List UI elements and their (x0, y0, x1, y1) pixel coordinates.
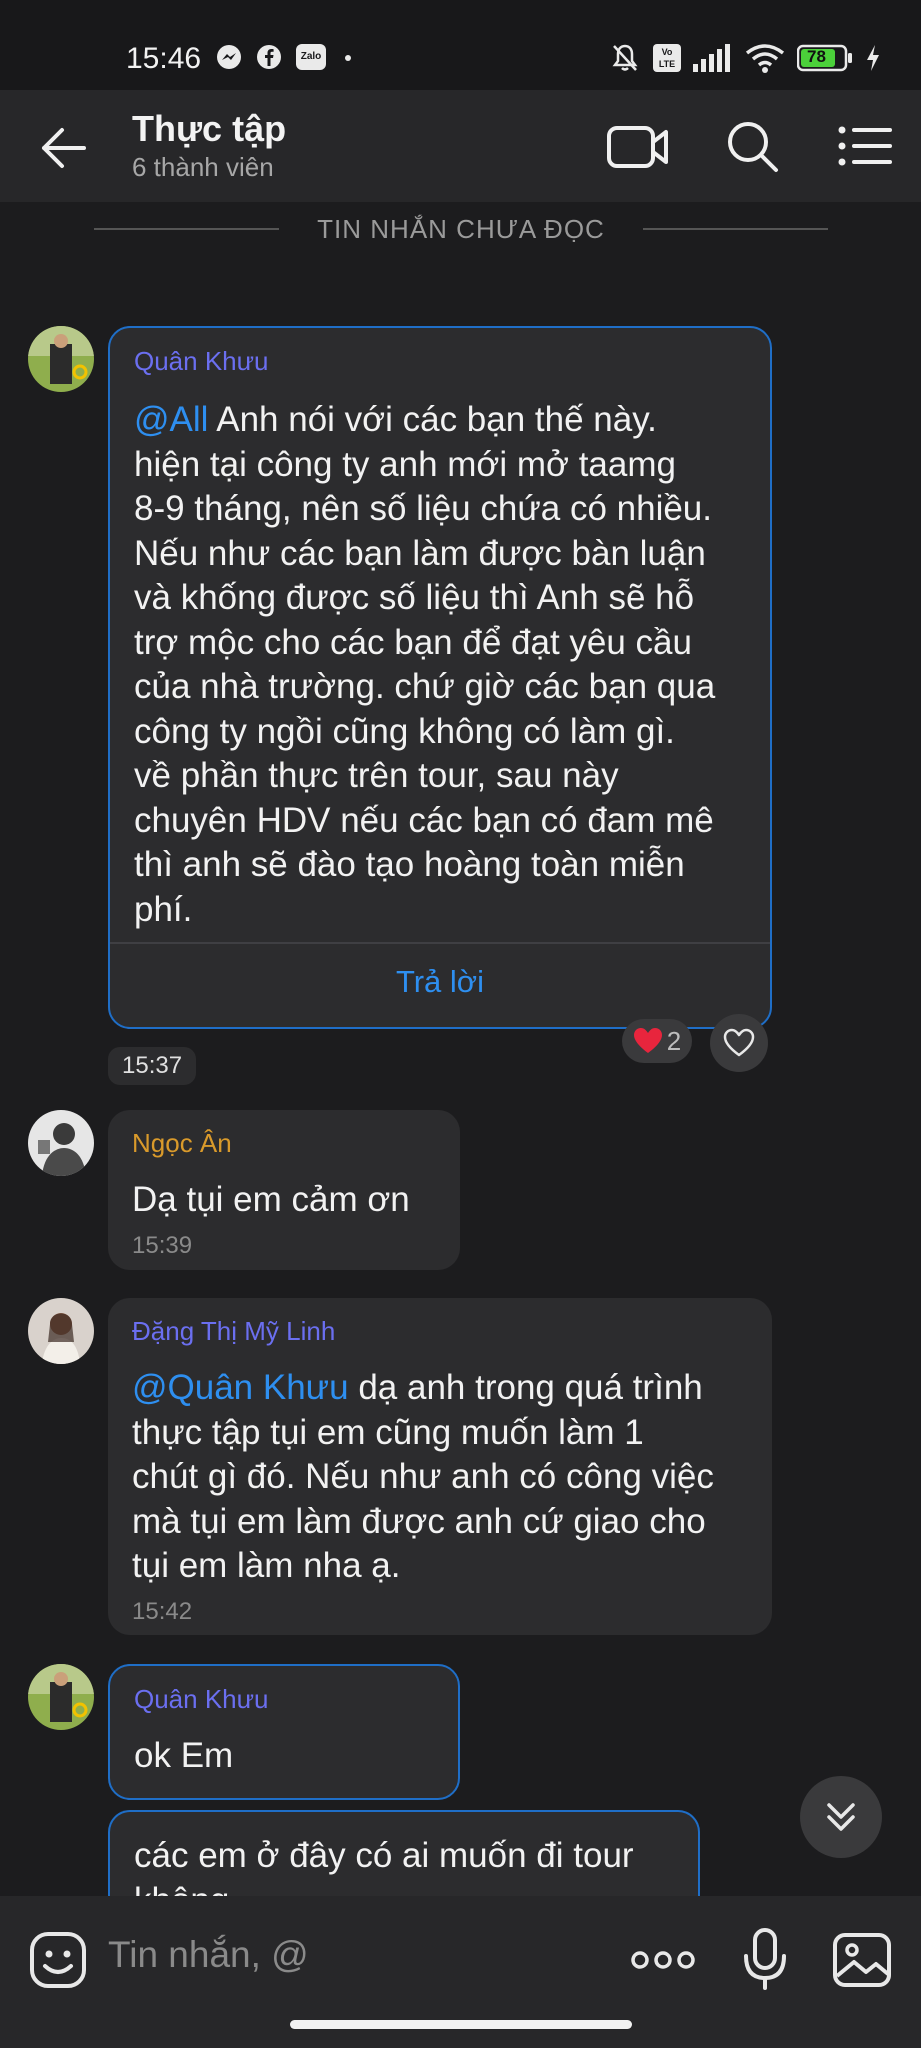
search-icon (728, 122, 778, 172)
member-count[interactable]: 6 thành viên (132, 152, 274, 183)
message-line: chuyên HDV nếu các bạn có đam mê (134, 800, 714, 840)
home-indicator[interactable] (290, 2020, 632, 2029)
menu-button[interactable] (834, 114, 898, 178)
status-bar: 15:46 Zalo Vo LTE 78 (0, 0, 921, 90)
scroll-to-bottom-button[interactable] (800, 1776, 882, 1858)
zalo-icon: Zalo (296, 44, 326, 70)
sender-name[interactable]: Quân Khưu (134, 346, 269, 377)
reaction-count: 2 (666, 1025, 682, 1056)
dot-icon (340, 44, 356, 70)
avatar-quan-khuu[interactable] (28, 1664, 94, 1730)
message-text: @Quân Khưu dạ anh trong quá trình thực t… (132, 1366, 714, 1589)
message-line: hiện tại công ty anh mới mở taamg (134, 444, 676, 484)
mention-all[interactable]: @All (134, 400, 208, 439)
message-line: phí. (134, 889, 193, 929)
emoji-button[interactable] (28, 1930, 88, 1990)
unread-divider: TIN NHẮN CHƯA ĐỌC (94, 212, 829, 246)
system-icons: Vo LTE 78 (609, 42, 881, 74)
message-time: 15:37 (108, 1047, 197, 1085)
battery-icon: 78 (797, 44, 853, 72)
chat-header: Thực tập 6 thành viên (0, 90, 921, 202)
message-input[interactable]: Tin nhắn, @ (108, 1934, 309, 1976)
message-bubble[interactable]: Đặng Thị Mỹ Linh @Quân Khưu dạ anh trong… (108, 1298, 772, 1635)
avatar-quan-khuu[interactable] (28, 326, 94, 392)
battery-level: 78 (807, 47, 826, 66)
message-bubble[interactable]: Quân Khưu @All Anh nói với các bạn thế n… (108, 326, 772, 1029)
sender-name[interactable]: Quân Khưu (134, 1684, 269, 1715)
voice-message-button[interactable] (740, 1926, 790, 1992)
heart-reaction-icon (633, 1027, 663, 1055)
emoji-icon (30, 1932, 86, 1988)
volte-icon: Vo LTE (653, 44, 681, 72)
reply-button[interactable]: Trả lời (110, 964, 770, 1000)
message-time: 15:42 (132, 1598, 193, 1625)
message-line: của nhà trường. chứ giờ các bạn qua (134, 667, 716, 706)
image-icon (833, 1933, 891, 1987)
message-text: @All Anh nói với các bạn thế này. hiện t… (134, 398, 715, 932)
search-button[interactable] (720, 114, 784, 178)
message-line: công ty ngồi cũng không có làm gì. (134, 711, 675, 751)
wifi-icon (745, 43, 785, 73)
react-button[interactable] (710, 1014, 768, 1072)
menu-list-icon (838, 126, 892, 166)
mute-icon (609, 42, 641, 74)
unread-label: TIN NHẮN CHƯA ĐỌC (317, 213, 605, 244)
message-line: về phần thực trên tour, sau này (134, 756, 619, 795)
divider-line (642, 228, 829, 230)
status-time: 15:46 (126, 42, 202, 75)
chat-title[interactable]: Thực tập (132, 108, 286, 150)
messenger-icon (216, 44, 242, 70)
facebook-icon (256, 44, 282, 70)
divider-line (94, 228, 280, 230)
message-line: dạ anh trong quá trình (348, 1368, 703, 1407)
message-bubble[interactable]: Ngọc Ân Dạ tụi em cảm ơn 15:39 (108, 1110, 460, 1270)
video-call-button[interactable] (606, 114, 670, 178)
message-line: thì anh sẽ đào tạo hoàng toàn miễn (134, 845, 685, 884)
sender-name[interactable]: Ngọc Ân (132, 1128, 232, 1159)
message-time: 15:39 (132, 1232, 193, 1259)
message-line: các em ở đây có ai muốn đi tour (134, 1836, 634, 1875)
avatar-dang-thi-my-linh[interactable] (28, 1298, 94, 1364)
microphone-icon (744, 1928, 786, 1990)
message-line: và khống được số liệu thì Anh sẽ hỗ (134, 578, 695, 617)
avatar-ngoc-an[interactable] (28, 1110, 94, 1176)
message-line: Nếu như các bạn làm được bàn luận (134, 533, 706, 573)
video-call-icon (607, 126, 668, 168)
back-button[interactable] (36, 120, 92, 176)
mention-quan-khuu[interactable]: @Quân Khưu (132, 1368, 349, 1407)
message-line: tụi em làm nha ạ. (132, 1546, 401, 1585)
notification-icons: Zalo (216, 44, 356, 70)
heart-outline-icon (723, 1028, 755, 1057)
charging-icon (865, 44, 881, 72)
more-options-button[interactable] (630, 1946, 696, 1974)
image-picker-button[interactable] (832, 1930, 892, 1990)
signal-icon (693, 44, 733, 72)
message-text: ok Em (134, 1736, 234, 1775)
more-dots-icon (631, 1951, 695, 1969)
message-line: chút gì đó. Nếu như anh có công việc (132, 1457, 714, 1496)
message-text: Dạ tụi em cảm ơn (132, 1180, 410, 1219)
message-line: thực tập tụi em cũng muốn làm 1 (132, 1412, 644, 1452)
sender-name[interactable]: Đặng Thị Mỹ Linh (132, 1316, 335, 1347)
back-arrow-icon (42, 128, 86, 168)
message-line: mà tụi em làm được anh cứ giao cho (132, 1501, 706, 1541)
message-line: trợ mộc cho các bạn để đạt yêu cầu (134, 622, 692, 662)
reply-divider (110, 942, 770, 944)
double-chevron-down-icon (827, 1803, 855, 1831)
message-bubble[interactable]: Quân Khưu ok Em (108, 1664, 460, 1800)
message-line: 8-9 tháng, nên số liệu chứa có nhiều. (134, 489, 712, 528)
message-line: Anh nói với các bạn thế này. (208, 400, 657, 439)
reaction-summary[interactable]: 2 (622, 1019, 692, 1063)
